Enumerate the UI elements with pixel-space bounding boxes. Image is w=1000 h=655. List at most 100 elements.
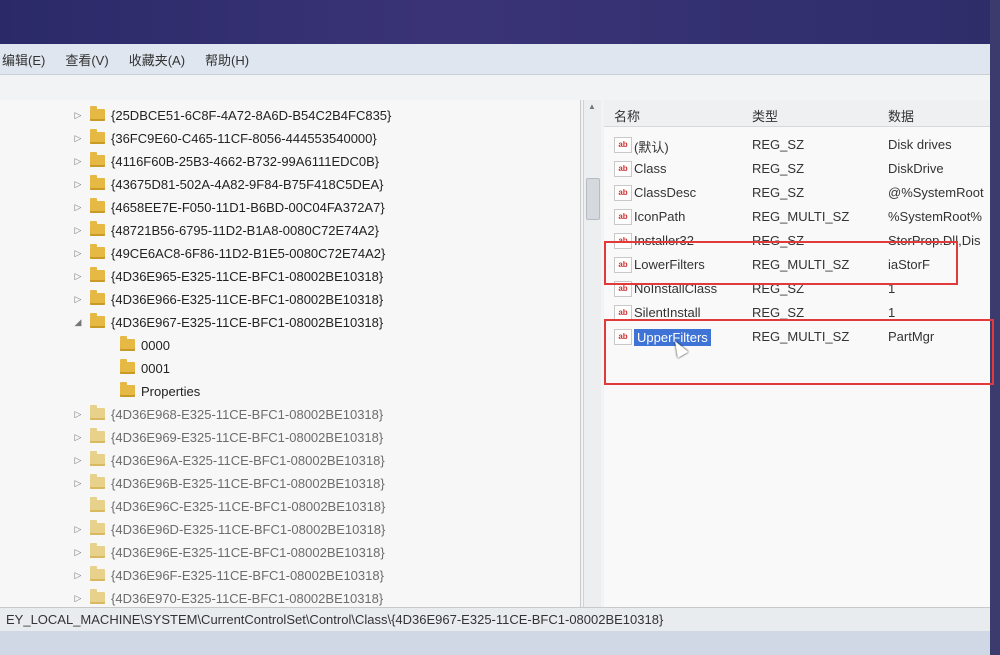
status-bar: EY_LOCAL_MACHINE\SYSTEM\CurrentControlSe… (0, 607, 992, 631)
tree-item[interactable]: ▷ {4D36E969-E325-11CE-BFC1-08002BE10318} (72, 426, 383, 448)
expand-arrow-icon[interactable]: ▷ (72, 294, 84, 305)
value-data: PartMgr (888, 329, 935, 344)
value-row[interactable]: ab IconPath REG_MULTI_SZ %SystemRoot% (604, 206, 992, 228)
folder-icon (120, 336, 135, 351)
value-data: Disk drives (888, 137, 952, 152)
tree-item-label: {36FC9E60-C465-11CF-8056-444553540000} (111, 130, 377, 146)
tree-item-label: {4D36E96B-E325-11CE-BFC1-08002BE10318} (111, 475, 385, 491)
tree-item[interactable]: ▷ {49CE6AC8-6F86-11D2-B1E5-0080C72E74A2} (72, 242, 385, 264)
menu-favorites[interactable]: 收藏夹(A) (119, 50, 195, 69)
expand-arrow-icon[interactable]: ▷ (72, 179, 84, 190)
value-row[interactable]: ab UpperFilters REG_MULTI_SZ PartMgr (604, 326, 992, 348)
menu-view[interactable]: 查看(V) (55, 50, 118, 69)
tree-item[interactable]: ▷ {4D36E96D-E325-11CE-BFC1-08002BE10318} (72, 518, 385, 540)
folder-icon (90, 198, 105, 213)
tree-item[interactable]: ▷ {4658EE7E-F050-11D1-B6BD-00C04FA372A7} (72, 196, 385, 218)
value-data: StorProp.Dll,Dis (888, 233, 981, 248)
tree-item-label: {4D36E967-E325-11CE-BFC1-08002BE10318} (111, 314, 384, 330)
value-row[interactable]: ab SilentInstall REG_SZ 1 (604, 302, 992, 324)
tree-item[interactable]: ▷ {4116F60B-25B3-4662-B732-99A6111EDC0B} (72, 150, 379, 172)
tree-item[interactable]: {4D36E96C-E325-11CE-BFC1-08002BE10318} (72, 495, 385, 517)
folder-icon (90, 543, 105, 558)
value-name: NoInstallClass (634, 281, 718, 296)
value-type: REG_MULTI_SZ (752, 257, 850, 272)
string-value-icon: ab (614, 281, 632, 297)
column-type-header[interactable]: 类型 (752, 106, 778, 125)
value-type: REG_SZ (752, 137, 805, 152)
tree-item[interactable]: ▷ {25DBCE51-6C8F-4A72-8A6D-B54C2B4FC835} (72, 104, 391, 126)
tree-vertical-scrollbar[interactable]: ▲ ▼ (583, 100, 601, 652)
values-column-header: 名称 类型 数据 (604, 100, 992, 127)
expand-arrow-icon[interactable]: ▷ (72, 156, 84, 167)
tree-item[interactable]: ▷ {4D36E96A-E325-11CE-BFC1-08002BE10318} (72, 449, 385, 471)
value-row[interactable]: ab (默认) REG_SZ Disk drives (604, 134, 992, 156)
tree-item[interactable]: ▷ {36FC9E60-C465-11CF-8056-444553540000} (72, 127, 377, 149)
expand-arrow-icon[interactable]: ▷ (72, 225, 84, 236)
value-row[interactable]: ab Installer32 REG_SZ StorProp.Dll,Dis (604, 230, 992, 252)
tree-item[interactable]: ▷ {4D36E965-E325-11CE-BFC1-08002BE10318} (72, 265, 383, 287)
tree-item[interactable]: ▷ {4D36E96F-E325-11CE-BFC1-08002BE10318} (72, 564, 384, 586)
expand-arrow-icon[interactable]: ▷ (72, 248, 84, 259)
taskbar (0, 631, 1000, 655)
tree-item[interactable]: ▷ {48721B56-6795-11D2-B1A8-0080C72E74A2} (72, 219, 379, 241)
folder-icon (90, 520, 105, 535)
tree-item[interactable]: Properties (102, 380, 200, 402)
expand-arrow-icon[interactable]: ▷ (72, 593, 84, 604)
value-row[interactable]: ab ClassDesc REG_SZ @%SystemRoot (604, 182, 992, 204)
tree-item-label: {4658EE7E-F050-11D1-B6BD-00C04FA372A7} (111, 199, 385, 215)
expand-arrow-icon[interactable]: ▷ (72, 432, 84, 443)
tree-item-label: {4D36E968-E325-11CE-BFC1-08002BE10318} (111, 406, 384, 422)
value-row[interactable]: ab NoInstallClass REG_SZ 1 (604, 278, 992, 300)
expand-arrow-icon[interactable]: ▷ (72, 409, 84, 420)
expand-arrow-icon[interactable]: ▷ (72, 570, 84, 581)
tree-item-label: {43675D81-502A-4A82-9F84-B75F418C5DEA} (111, 176, 384, 192)
tree-item[interactable]: ▷ {4D36E970-E325-11CE-BFC1-08002BE10318} (72, 587, 383, 609)
column-name-header[interactable]: 名称 (614, 106, 640, 125)
string-value-icon: ab (614, 161, 632, 177)
expand-arrow-icon[interactable]: ▷ (72, 455, 84, 466)
expand-arrow-icon[interactable]: ▷ (72, 202, 84, 213)
tree-item-label: Properties (141, 383, 201, 399)
menu-help[interactable]: 帮助(H) (195, 50, 259, 69)
value-data: @%SystemRoot (888, 185, 984, 200)
expand-arrow-icon[interactable]: ▷ (72, 133, 84, 144)
expand-arrow-icon[interactable]: ▷ (72, 547, 84, 558)
tree-item-label: 0000 (141, 337, 170, 353)
folder-icon (90, 451, 105, 466)
tree-item[interactable]: ▷ {4D36E966-E325-11CE-BFC1-08002BE10318} (72, 288, 383, 310)
tree-item[interactable]: 0000 (102, 334, 170, 356)
key-tree: ▷ {25DBCE51-6C8F-4A72-8A6D-B54C2B4FC835} ▷… (0, 100, 581, 652)
scroll-thumb[interactable] (586, 178, 600, 220)
string-value-icon: ab (614, 305, 632, 321)
folder-icon (90, 152, 105, 167)
tree-item[interactable]: ◢ {4D36E967-E325-11CE-BFC1-08002BE10318} (72, 311, 383, 333)
tree-item[interactable]: ▷ {43675D81-502A-4A82-9F84-B75F418C5DEA} (72, 173, 383, 195)
value-row[interactable]: ab Class REG_SZ DiskDrive (604, 158, 992, 180)
tree-item[interactable]: ▷ {4D36E968-E325-11CE-BFC1-08002BE10318} (72, 403, 383, 425)
expand-arrow-icon[interactable]: ◢ (72, 317, 84, 328)
tree-item[interactable]: ▷ {4D36E96E-E325-11CE-BFC1-08002BE10318} (72, 541, 385, 563)
expand-arrow-icon[interactable]: ▷ (72, 271, 84, 282)
value-type: REG_MULTI_SZ (752, 209, 850, 224)
expand-arrow-icon[interactable]: ▷ (72, 524, 84, 535)
tree-item-label: {4D36E96D-E325-11CE-BFC1-08002BE10318} (111, 521, 386, 537)
tree-item-label: {4D36E966-E325-11CE-BFC1-08002BE10318} (111, 291, 384, 307)
value-row[interactable]: ab LowerFilters REG_MULTI_SZ iaStorF (604, 254, 992, 276)
folder-icon (90, 244, 105, 259)
expand-arrow-icon[interactable]: ▷ (72, 110, 84, 121)
folder-icon (90, 267, 105, 282)
column-data-header[interactable]: 数据 (888, 106, 914, 125)
value-name: (默认) (634, 140, 669, 155)
folder-icon (120, 359, 135, 374)
folder-icon (90, 589, 105, 604)
scroll-up-icon[interactable]: ▲ (588, 102, 596, 111)
status-path: EY_LOCAL_MACHINE\SYSTEM\CurrentControlSe… (6, 612, 664, 627)
folder-icon (120, 382, 135, 397)
tree-item[interactable]: 0001 (102, 357, 170, 379)
menu-edit[interactable]: 编辑(E) (0, 50, 55, 69)
tree-item[interactable]: ▷ {4D36E96B-E325-11CE-BFC1-08002BE10318} (72, 472, 385, 494)
screen-bezel (0, 0, 1000, 50)
folder-icon (90, 221, 105, 236)
folder-icon (90, 566, 105, 581)
expand-arrow-icon[interactable]: ▷ (72, 478, 84, 489)
